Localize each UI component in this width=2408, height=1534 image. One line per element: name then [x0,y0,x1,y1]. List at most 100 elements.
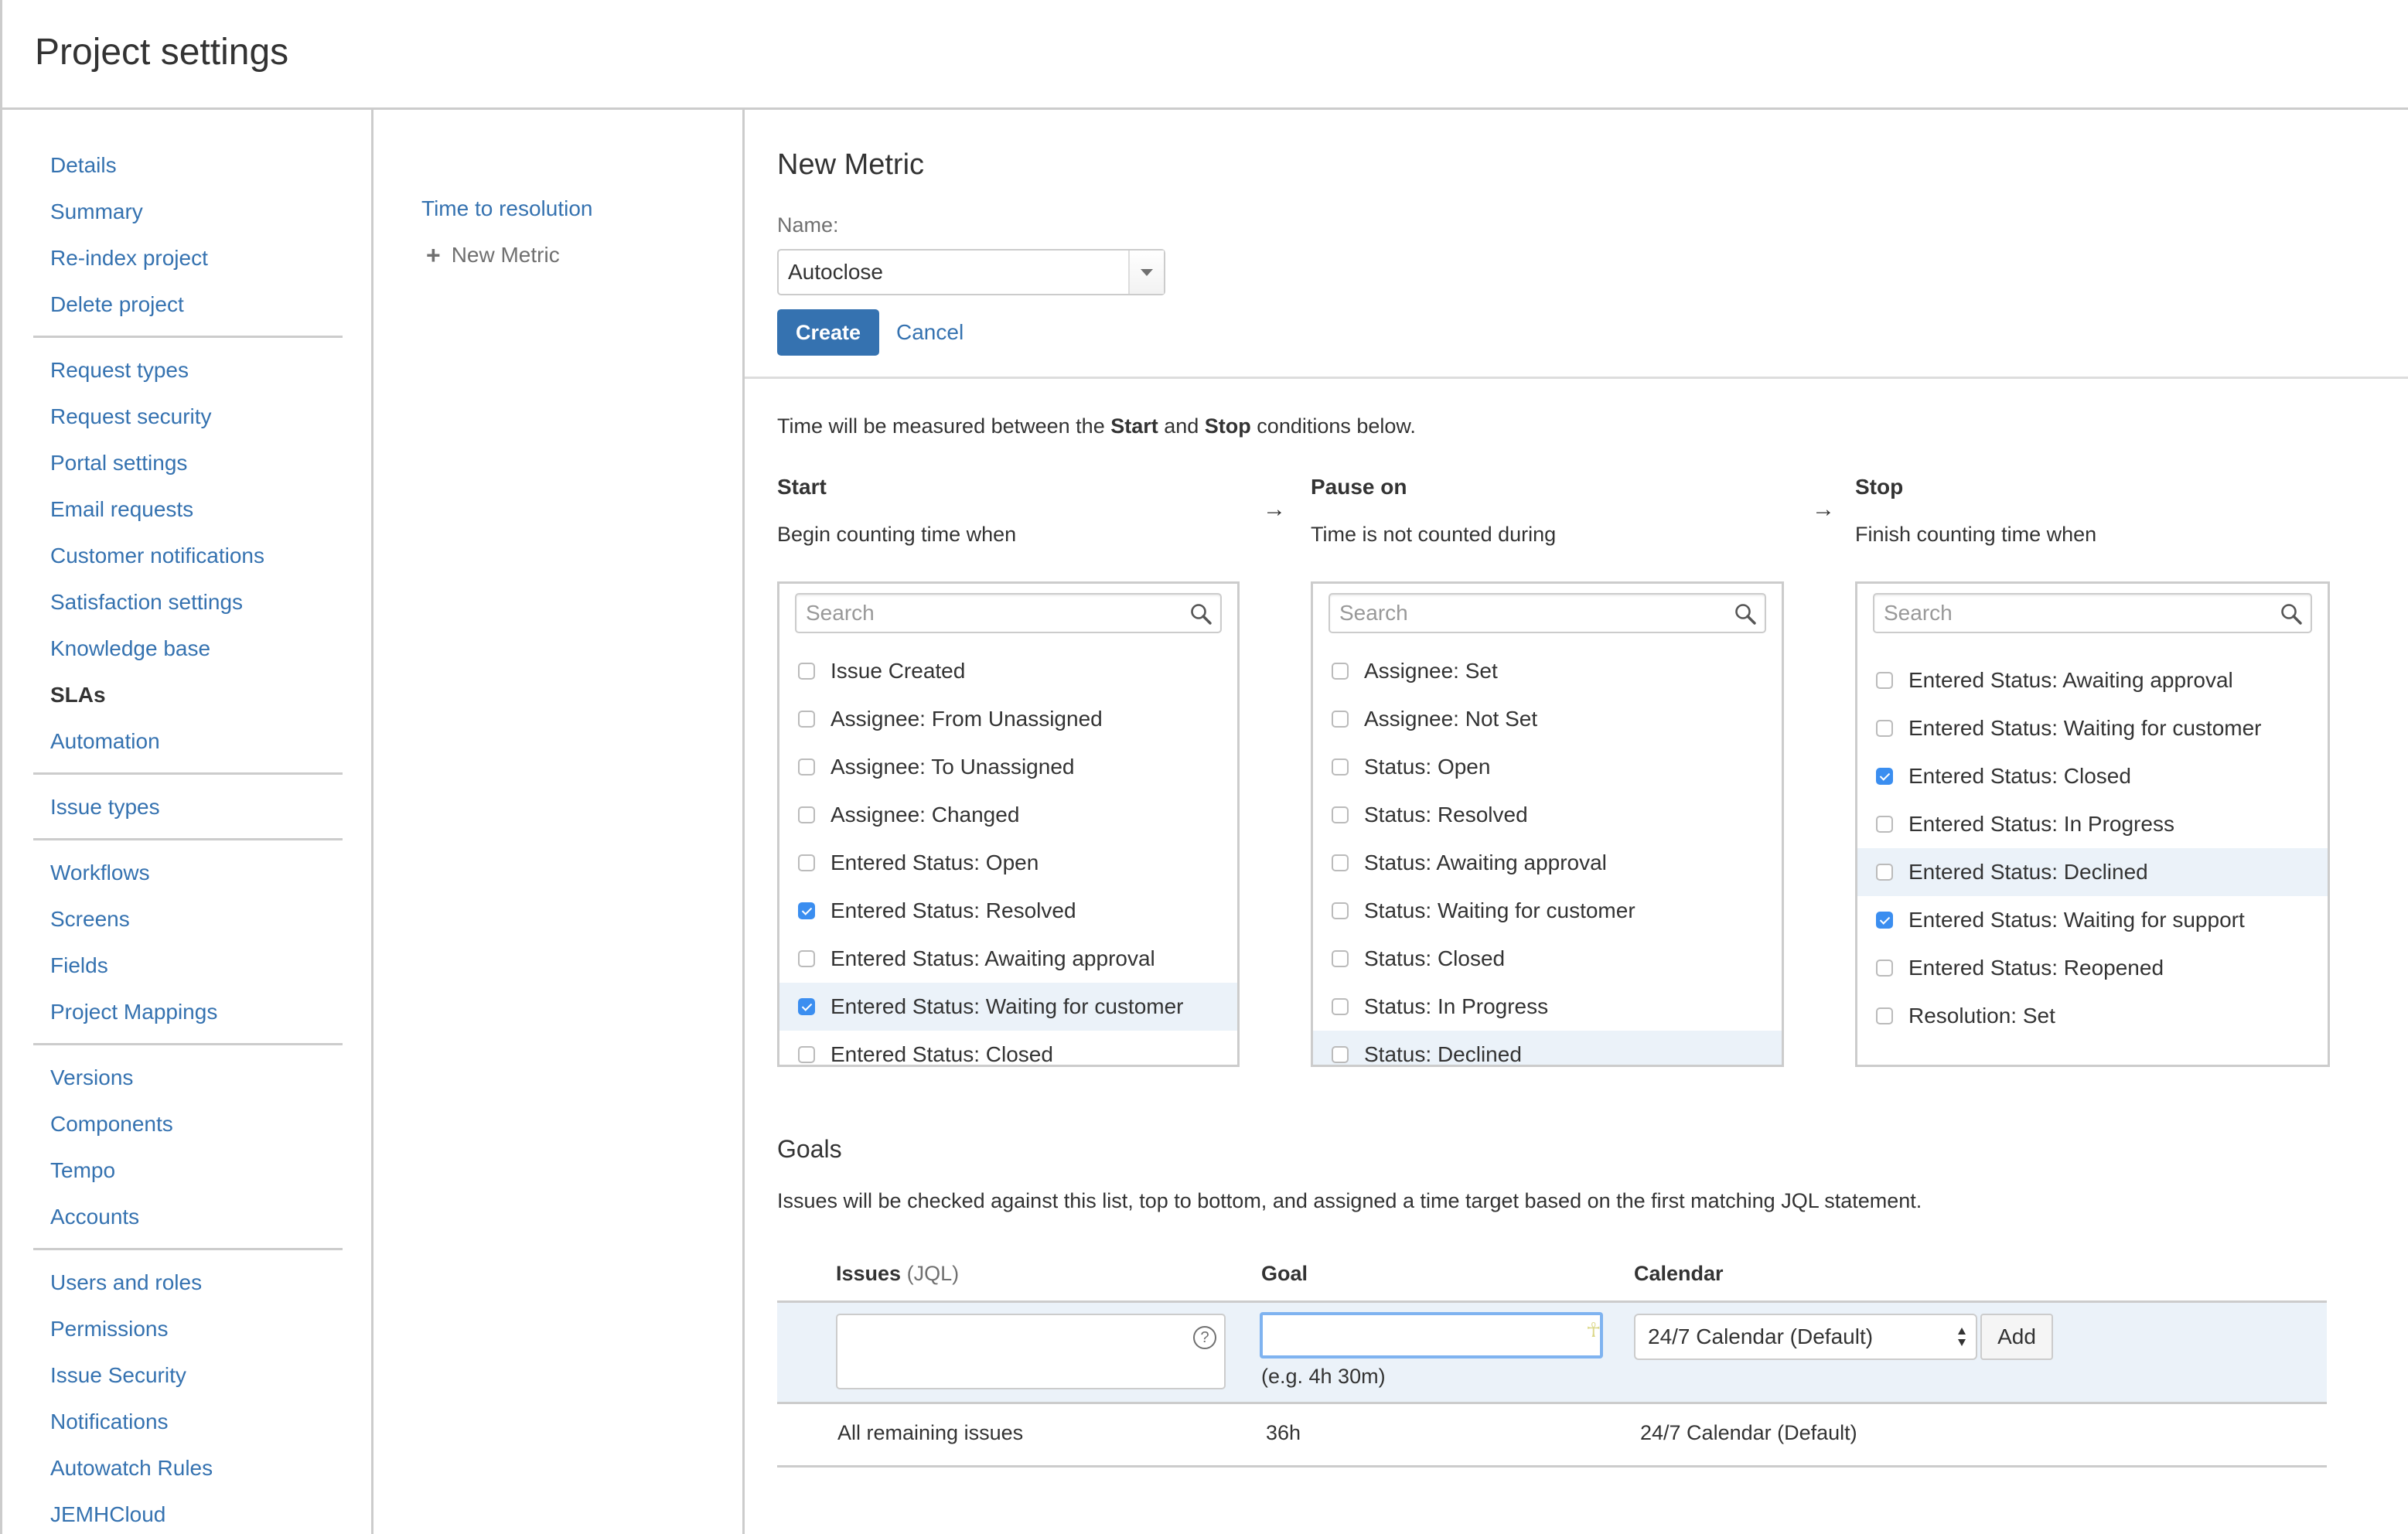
start-options-scroll[interactable]: Issue Created Assignee: From Unassigned As… [779,646,1237,1065]
start-option-assignee-from-unassigned[interactable]: Assignee: From Unassigned [779,695,1237,743]
sidebar-item-label[interactable]: Satisfaction settings [50,590,243,614]
start-option-assignee-to-unassigned[interactable]: Assignee: To Unassigned [779,743,1237,791]
sidebar-item-label[interactable]: Automation [50,729,160,753]
checkbox[interactable] [798,806,815,823]
sidebar-item-issue-types[interactable]: Issue types [33,784,343,830]
checkbox[interactable] [1876,672,1893,689]
sidebar-item-label[interactable]: Portal settings [50,451,187,475]
sidebar-item-label[interactable]: Delete project [50,292,184,316]
stop-search-input[interactable] [1874,595,2311,632]
sidebar-item-notifications[interactable]: Notifications [33,1399,343,1445]
metric-time-to-resolution-link[interactable]: Time to resolution [421,196,593,221]
pause-option-status-declined[interactable]: Status: Declined [1313,1031,1782,1065]
start-option-issue-created[interactable]: Issue Created [779,647,1237,695]
checkbox[interactable] [1332,663,1349,680]
sidebar-item-delete-project[interactable]: Delete project [33,281,343,328]
start-option-entered-status-waiting-for-customer[interactable]: Entered Status: Waiting for customer [779,983,1237,1031]
checkbox[interactable] [1332,1046,1349,1063]
sidebar-item-label[interactable]: Request types [50,358,189,382]
start-search-field[interactable] [795,593,1222,633]
add-goal-button[interactable]: Add [1980,1314,2053,1360]
checkbox[interactable] [798,1046,815,1063]
metric-name-combobox[interactable]: Autoclose [777,249,1165,295]
stop-option-entered-status-waiting-for-support[interactable]: Entered Status: Waiting for support [1857,896,2328,944]
jql-input[interactable]: ? [836,1314,1226,1389]
password-manager-key-icon[interactable]: ☥ [1586,1318,1601,1342]
create-button[interactable]: Create [777,309,879,356]
sidebar-item-label[interactable]: Screens [50,907,130,931]
checkbox[interactable] [798,854,815,871]
start-search-input[interactable] [796,595,1220,632]
sidebar-item-re-index-project[interactable]: Re-index project [33,235,343,281]
calendar-select[interactable]: 24/7 Calendar (Default) [1634,1314,1977,1360]
checkbox-checked[interactable] [1876,912,1893,929]
sidebar-item-summary[interactable]: Summary [33,189,343,235]
sidebar-item-knowledge-base[interactable]: Knowledge base [33,626,343,672]
sidebar-item-slas[interactable]: SLAs [33,672,343,718]
sidebar-item-fields[interactable]: Fields [33,943,343,989]
stop-option-entered-status-waiting-for-customer[interactable]: Entered Status: Waiting for customer [1857,704,2328,752]
sidebar-item-project-mappings[interactable]: Project Mappings [33,989,343,1035]
start-option-entered-status-awaiting-approval[interactable]: Entered Status: Awaiting approval [779,935,1237,983]
sidebar-item-automation[interactable]: Automation [33,718,343,765]
pause-search-input[interactable] [1330,595,1765,632]
new-metric-item[interactable]: + New Metric [426,243,560,268]
start-option-entered-status-resolved[interactable]: Entered Status: Resolved [779,887,1237,935]
checkbox-checked[interactable] [798,902,815,919]
stop-option-entered-status-in-progress[interactable]: Entered Status: In Progress [1857,800,2328,848]
pause-option-status-closed[interactable]: Status: Closed [1313,935,1782,983]
stop-option-resolution-set[interactable]: Resolution: Set [1857,992,2328,1040]
stop-option-entered-status-reopened[interactable]: Entered Status: Reopened [1857,944,2328,992]
sidebar-item-label[interactable]: Notifications [50,1410,169,1433]
sidebar-item-email-requests[interactable]: Email requests [33,486,343,533]
checkbox[interactable] [1332,998,1349,1015]
sidebar-item-jemhcloud[interactable]: JEMHCloud [33,1491,343,1534]
start-option-entered-status-closed[interactable]: Entered Status: Closed [779,1031,1237,1065]
stop-option-entered-status-resolved[interactable]: Entered Status: Resolved [1857,646,2328,656]
checkbox[interactable] [1332,902,1349,919]
checkbox[interactable] [1876,720,1893,737]
sidebar-item-label[interactable]: Workflows [50,861,150,885]
checkbox[interactable] [798,758,815,776]
sidebar-item-label[interactable]: Components [50,1112,173,1136]
sidebar-item-label[interactable]: Issue Security [50,1363,186,1387]
sidebar-item-workflows[interactable]: Workflows [33,850,343,896]
checkbox[interactable] [1876,816,1893,833]
sidebar-item-components[interactable]: Components [33,1101,343,1147]
sidebar-item-label[interactable]: Email requests [50,497,193,521]
sidebar-item-label[interactable]: JEMHCloud [50,1502,165,1526]
sidebar-item-label[interactable]: Knowledge base [50,636,210,660]
checkbox[interactable] [1876,1007,1893,1024]
start-option-entered-status-open[interactable]: Entered Status: Open [779,839,1237,887]
pause-option-assignee-not-set[interactable]: Assignee: Not Set [1313,695,1782,743]
pause-option-status-in-progress[interactable]: Status: In Progress [1313,983,1782,1031]
sidebar-item-label[interactable]: Users and roles [50,1270,202,1294]
sidebar-item-label[interactable]: Details [50,153,117,177]
help-icon[interactable]: ? [1193,1326,1216,1349]
stop-option-entered-status-declined[interactable]: Entered Status: Declined [1857,848,2328,896]
pause-options-scroll[interactable]: Assignee: Set Assignee: Not Set Status: Op… [1313,646,1782,1065]
cancel-link[interactable]: Cancel [896,320,964,345]
sidebar-item-request-types[interactable]: Request types [33,347,343,394]
pause-option-status-resolved[interactable]: Status: Resolved [1313,791,1782,839]
sidebar-item-tempo[interactable]: Tempo [33,1147,343,1194]
metric-name-value[interactable]: Autoclose [779,251,1128,294]
sidebar-item-label[interactable]: Summary [50,199,143,223]
sidebar-item-label[interactable]: Versions [50,1065,133,1089]
sidebar-item-issue-security[interactable]: Issue Security [33,1352,343,1399]
pause-option-status-awaiting-approval[interactable]: Status: Awaiting approval [1313,839,1782,887]
sidebar-item-label[interactable]: Fields [50,953,108,977]
checkbox[interactable] [798,711,815,728]
sidebar-item-label[interactable]: SLAs [50,683,106,707]
goal-input[interactable] [1260,1312,1603,1358]
sidebar-item-label[interactable]: Issue types [50,795,160,819]
stop-options-scroll[interactable]: Entered Status: Resolved Entered Status: … [1857,646,2328,1065]
checkbox-checked[interactable] [798,998,815,1015]
sidebar-item-label[interactable]: Project Mappings [50,1000,217,1024]
sidebar-item-portal-settings[interactable]: Portal settings [33,440,343,486]
start-option-assignee-changed[interactable]: Assignee: Changed [779,791,1237,839]
checkbox[interactable] [1876,864,1893,881]
checkbox-checked[interactable] [1876,768,1893,785]
sidebar-item-label[interactable]: Accounts [50,1205,139,1229]
sidebar-item-accounts[interactable]: Accounts [33,1194,343,1240]
